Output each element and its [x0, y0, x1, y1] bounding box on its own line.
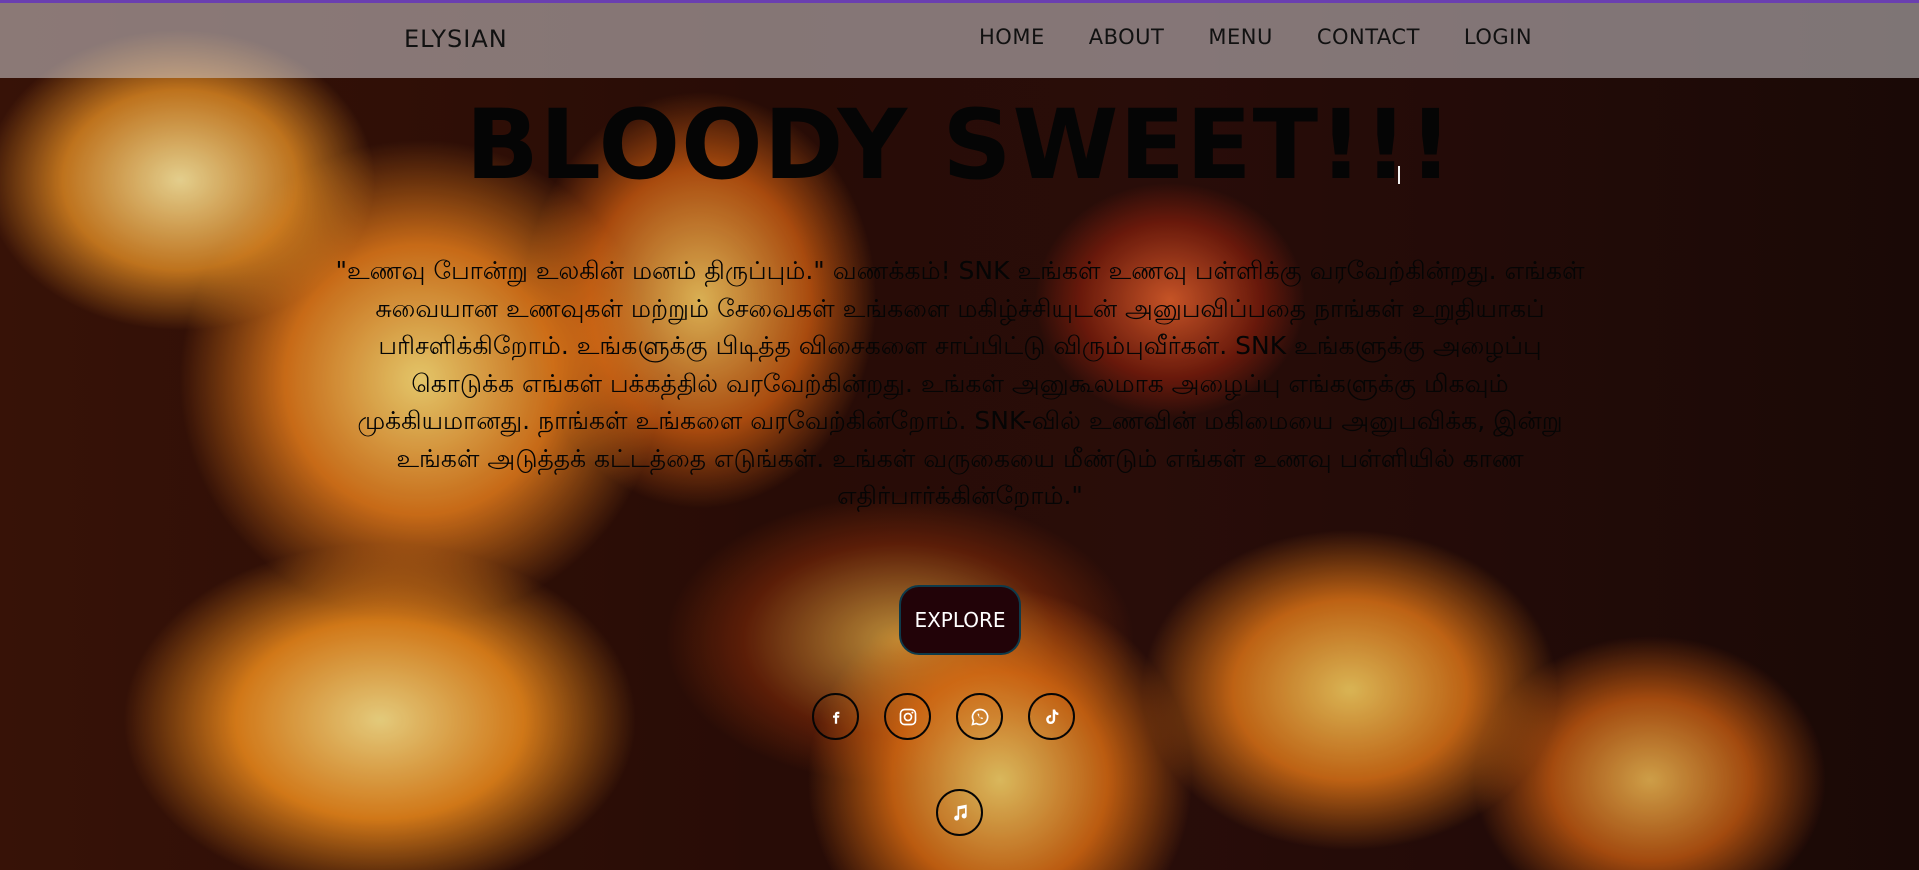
- hero-title: BLOODY SWEET!!!: [465, 89, 1454, 201]
- explore-button[interactable]: EXPLORE: [899, 585, 1021, 655]
- instagram-icon[interactable]: [884, 693, 931, 740]
- nav-menu: HOME ABOUT MENU CONTACT LOGIN: [979, 25, 1576, 49]
- nav-menu-link[interactable]: MENU: [1208, 25, 1272, 49]
- music-note-icon[interactable]: [936, 789, 983, 836]
- text-caret: [1398, 166, 1400, 184]
- nav-about-link[interactable]: ABOUT: [1089, 25, 1165, 49]
- top-navbar: ELYSIAN HOME ABOUT MENU CONTACT LOGIN: [0, 0, 1919, 78]
- facebook-icon[interactable]: [812, 693, 859, 740]
- hero-description: "உணவு போன்று உலகின் மனம் திருப்பும்." வண…: [335, 256, 1585, 510]
- social-links: [812, 693, 1075, 740]
- nav-home-link[interactable]: HOME: [979, 25, 1045, 49]
- whatsapp-icon[interactable]: [956, 693, 1003, 740]
- tiktok-icon[interactable]: [1028, 693, 1075, 740]
- nav-login-link[interactable]: LOGIN: [1464, 25, 1532, 49]
- nav-contact-link[interactable]: CONTACT: [1317, 25, 1420, 49]
- page: ELYSIAN HOME ABOUT MENU CONTACT LOGIN BL…: [0, 0, 1919, 870]
- brand-logo[interactable]: ELYSIAN: [404, 25, 508, 53]
